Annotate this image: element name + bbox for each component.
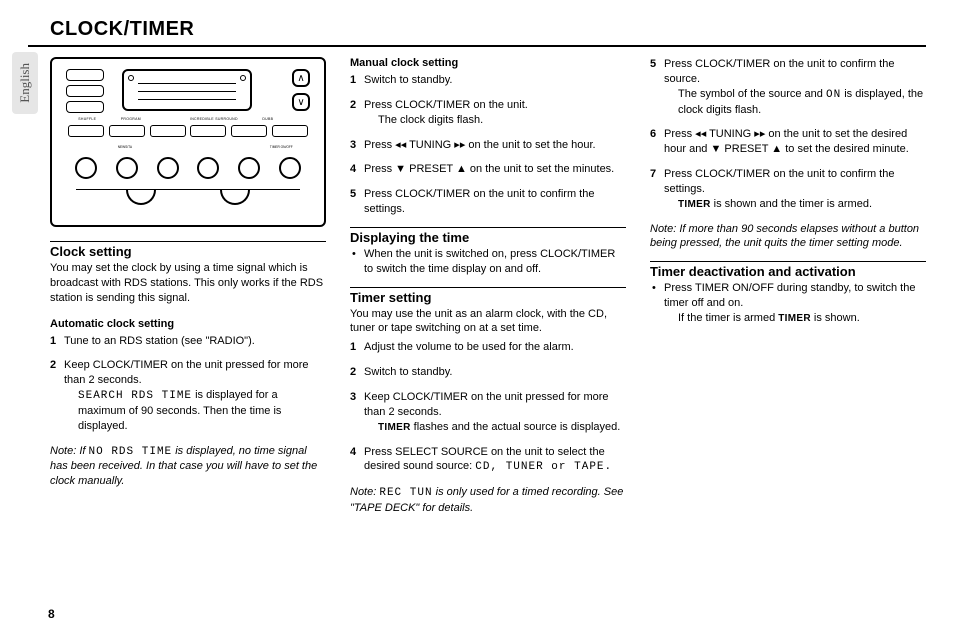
note-pre: Note: (350, 486, 379, 498)
display-time-list: When the unit is switched on, press CLOC… (350, 247, 626, 277)
auto-step-2-detail: SEARCH RDS TIME is displayed for a maxim… (64, 388, 326, 434)
heading-automatic-clock: Automatic clock setting (50, 318, 326, 330)
note-90-seconds: Note: If more than 90 seconds elapses wi… (650, 222, 926, 252)
heading-manual-clock: Manual clock setting (350, 57, 626, 69)
timer-step-4: Press SELECT SOURCE on the unit to selec… (350, 445, 626, 476)
timer-deact-list: Press TIMER ON/OFF during standby, to sw… (650, 281, 926, 326)
heading-timer-setting: Timer setting (350, 287, 626, 305)
note-seg: REC TUN (379, 487, 432, 499)
manual-clock-steps: Switch to standby. Press CLOCK/TIMER on … (350, 73, 626, 217)
timer-deact-bullet: Press TIMER ON/OFF during standby, to sw… (650, 281, 926, 326)
manual-step-1: Switch to standby. (350, 73, 626, 88)
language-tab: English (12, 52, 38, 114)
device-illustration: ∧∨ SHUFFLEPROGRAMINCREDIBLE SURROUNDDUBB… (50, 57, 326, 227)
content-columns: ∧∨ SHUFFLEPROGRAMINCREDIBLE SURROUNDDUBB… (28, 57, 926, 520)
step-text: Keep CLOCK/TIMER on the unit pressed for… (364, 391, 609, 418)
auto-clock-steps: Tune to an RDS station (see "RADIO"). Ke… (50, 334, 326, 434)
step-text: Press CLOCK/TIMER on the unit to confirm… (664, 58, 894, 85)
page-number: 8 (48, 607, 55, 621)
auto-step-1: Tune to an RDS station (see "RADIO"). (50, 334, 326, 349)
timer-deact-detail: If the timer is armed TIMER is shown. (664, 311, 926, 326)
detail-pre: The symbol of the source and (678, 88, 826, 100)
clock-setting-intro: You may set the clock by using a time si… (50, 261, 326, 306)
note-no-rds: Note: If NO RDS TIME is displayed, no ti… (50, 444, 326, 490)
timer-step-5-detail: The symbol of the source and ON is displ… (664, 87, 926, 118)
auto-step-2-text: Keep CLOCK/TIMER on the unit pressed for… (64, 359, 309, 386)
sc-text: TIMER (778, 313, 811, 324)
display-time-bullet: When the unit is switched on, press CLOC… (350, 247, 626, 277)
timer-step-3: Keep CLOCK/TIMER on the unit pressed for… (350, 390, 626, 435)
bullet-text: Press TIMER ON/OFF during standby, to sw… (664, 282, 915, 309)
seg-text: CD, TUNER or TAPE. (475, 461, 612, 473)
step-text: Press CLOCK/TIMER on the unit to confirm… (664, 168, 894, 195)
timer-step-2: Switch to standby. (350, 365, 626, 380)
heading-timer-deactivation: Timer deactivation and activation (650, 261, 926, 279)
note-seg: NO RDS TIME (89, 446, 173, 458)
detail-post: is shown. (811, 312, 860, 324)
column-3: Press CLOCK/TIMER on the unit to confirm… (650, 57, 926, 520)
column-1: ∧∨ SHUFFLEPROGRAMINCREDIBLE SURROUNDDUBB… (50, 57, 326, 520)
timer-intro: You may use the unit as an alarm clock, … (350, 307, 626, 337)
timer-step-6: Press ◂◂ TUNING ▸▸ on the unit to set th… (650, 127, 926, 157)
sc-text: TIMER (378, 422, 411, 433)
step-detail: The clock digits flash. (364, 113, 626, 128)
timer-step-7-detail: TIMER is shown and the timer is armed. (664, 197, 926, 212)
timer-step-5: Press CLOCK/TIMER on the unit to confirm… (650, 57, 926, 117)
step-text: Press CLOCK/TIMER on the unit. (364, 99, 528, 111)
heading-displaying-time: Displaying the time (350, 227, 626, 245)
detail-text: flashes and the actual source is display… (411, 421, 621, 433)
sc-text: TIMER (678, 199, 711, 210)
detail-pre: If the timer is armed (678, 312, 778, 324)
manual-step-4: Press ▼ PRESET ▲ on the unit to set the … (350, 162, 626, 177)
manual-step-3: Press ◂◂ TUNING ▸▸ on the unit to set th… (350, 138, 626, 153)
detail-text: is shown and the timer is armed. (711, 198, 872, 210)
timer-steps-continued: Press CLOCK/TIMER on the unit to confirm… (650, 57, 926, 212)
timer-step-7: Press CLOCK/TIMER on the unit to confirm… (650, 167, 926, 212)
page-title: CLOCK/TIMER (28, 18, 926, 47)
heading-clock-setting: Clock setting (50, 241, 326, 259)
language-label: English (17, 63, 33, 103)
note-rec-tun: Note: REC TUN is only used for a timed r… (350, 485, 626, 516)
timer-step-3-detail: TIMER flashes and the actual source is d… (364, 420, 626, 435)
manual-step-2: Press CLOCK/TIMER on the unit. The clock… (350, 98, 626, 128)
timer-step-1: Adjust the volume to be used for the ala… (350, 340, 626, 355)
seg-text: SEARCH RDS TIME (78, 390, 192, 402)
column-2: Manual clock setting Switch to standby. … (350, 57, 626, 520)
manual-step-5: Press CLOCK/TIMER on the unit to confirm… (350, 187, 626, 217)
auto-step-2: Keep CLOCK/TIMER on the unit pressed for… (50, 358, 326, 433)
note-pre: Note: If (50, 445, 89, 457)
seg-text: ON (826, 89, 841, 101)
timer-steps: Adjust the volume to be used for the ala… (350, 340, 626, 475)
